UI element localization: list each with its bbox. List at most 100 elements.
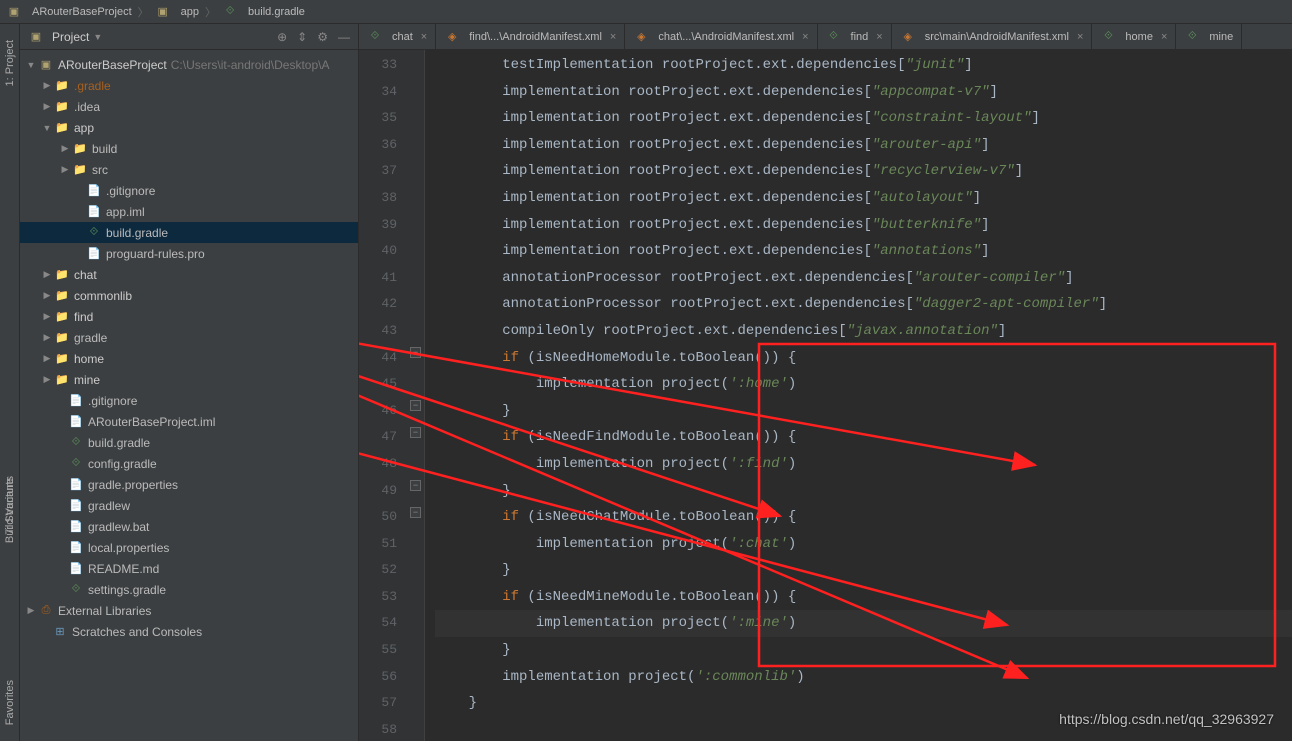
- fold-marker-icon[interactable]: −: [410, 427, 421, 438]
- close-icon[interactable]: ×: [802, 31, 808, 43]
- editor-tabs: ⟐chat× ◈find\...\AndroidManifest.xml× ◈c…: [359, 24, 1292, 50]
- tree-item[interactable]: 📄README.md: [20, 558, 358, 579]
- file-icon: 📄: [68, 519, 84, 535]
- breadcrumb-bar: ▣ ARouterBaseProject 〉 ▣ app 〉 ⟐ build.g…: [0, 0, 1292, 24]
- chevron-right-icon: 〉: [205, 4, 216, 20]
- tree-item[interactable]: 📄gradlew: [20, 495, 358, 516]
- module-icon: 📁: [54, 288, 70, 304]
- gradle-icon: ⟐: [68, 456, 84, 472]
- tool-window-bar: 1: Project 7: Structure Build Variants F…: [0, 24, 20, 741]
- project-icon: ▣: [38, 57, 54, 73]
- editor-tab[interactable]: ⟐mine: [1176, 24, 1242, 49]
- xml-icon: ◈: [633, 29, 649, 45]
- xml-icon: ◈: [444, 29, 460, 45]
- tree-item-mine[interactable]: ▶📁mine: [20, 369, 358, 390]
- file-icon: 📄: [68, 393, 84, 409]
- tree-root[interactable]: ▼▣ARouterBaseProjectC:\Users\it-android\…: [20, 54, 358, 75]
- fold-marker-icon[interactable]: −: [410, 400, 421, 411]
- tool-tab-variants[interactable]: Build Variants: [2, 470, 18, 549]
- tree-item[interactable]: ⟐build.gradle: [20, 432, 358, 453]
- tree-item[interactable]: 📄proguard-rules.pro: [20, 243, 358, 264]
- editor-tab[interactable]: ⟐find×: [818, 24, 892, 49]
- tree-item[interactable]: ▶📁.idea: [20, 96, 358, 117]
- tree-item[interactable]: 📄local.properties: [20, 537, 358, 558]
- tool-tab-project[interactable]: 1: Project: [2, 34, 18, 92]
- gradle-icon: ⟐: [222, 4, 238, 20]
- tree-item[interactable]: ▶📁gradle: [20, 327, 358, 348]
- tree-item[interactable]: ⟐config.gradle: [20, 453, 358, 474]
- tree-item[interactable]: 📄gradlew.bat: [20, 516, 358, 537]
- tree-item[interactable]: ▶📁build: [20, 138, 358, 159]
- fold-marker-icon[interactable]: −: [410, 347, 421, 358]
- gradle-icon: ⟐: [367, 29, 383, 45]
- tree-item-scratches[interactable]: ⊞Scratches and Consoles: [20, 621, 358, 642]
- editor[interactable]: 3334353637383940414243444546474849505152…: [359, 50, 1292, 741]
- tree-item[interactable]: ⟐settings.gradle: [20, 579, 358, 600]
- tree-item[interactable]: ▶📁.gradle: [20, 75, 358, 96]
- breadcrumb-root[interactable]: ARouterBaseProject: [32, 6, 132, 18]
- gradle-icon: ⟐: [68, 582, 84, 598]
- fold-marker-icon[interactable]: −: [410, 507, 421, 518]
- fold-gutter[interactable]: − − − − −: [407, 50, 425, 741]
- watermark-text: https://blog.csdn.net/qq_32963927: [1059, 711, 1274, 727]
- file-icon: 📄: [68, 477, 84, 493]
- code-content[interactable]: testImplementation rootProject.ext.depen…: [425, 50, 1292, 741]
- tree-item-ext-libs[interactable]: ▶⎙External Libraries: [20, 600, 358, 621]
- xml-icon: ◈: [900, 29, 916, 45]
- file-icon: 📄: [68, 561, 84, 577]
- chevron-right-icon: 〉: [138, 4, 149, 20]
- fold-marker-icon[interactable]: −: [410, 480, 421, 491]
- project-tree[interactable]: ▼▣ARouterBaseProjectC:\Users\it-android\…: [20, 50, 358, 741]
- file-icon: 📄: [86, 183, 102, 199]
- editor-area: ⟐chat× ◈find\...\AndroidManifest.xml× ◈c…: [359, 24, 1292, 741]
- tree-item-chat[interactable]: ▶📁chat: [20, 264, 358, 285]
- project-view-selector[interactable]: ▣ Project ▼: [28, 29, 102, 45]
- tree-item[interactable]: 📄ARouterBaseProject.iml: [20, 411, 358, 432]
- target-icon[interactable]: ⊕: [277, 30, 287, 44]
- editor-tab[interactable]: ◈find\...\AndroidManifest.xml×: [436, 24, 625, 49]
- tree-item-commonlib[interactable]: ▶📁commonlib: [20, 285, 358, 306]
- line-number-gutter[interactable]: 3334353637383940414243444546474849505152…: [359, 50, 407, 741]
- tree-item[interactable]: 📄.gitignore: [20, 390, 358, 411]
- editor-tab[interactable]: ◈src\main\AndroidManifest.xml×: [892, 24, 1093, 49]
- tree-item[interactable]: ▶📁src: [20, 159, 358, 180]
- close-icon[interactable]: ×: [1161, 31, 1167, 43]
- project-panel-header: ▣ Project ▼ ⊕ ⇕ ⚙ —: [20, 24, 358, 50]
- gear-icon[interactable]: ⚙: [317, 30, 328, 44]
- collapse-icon[interactable]: ⇕: [297, 30, 307, 44]
- panel-toolbar: ⊕ ⇕ ⚙ —: [277, 30, 350, 44]
- library-icon: ⎙: [38, 603, 54, 619]
- tree-item-app[interactable]: ▼📁app: [20, 117, 358, 138]
- editor-tab[interactable]: ⟐chat×: [359, 24, 436, 49]
- gradle-icon: ⟐: [1184, 29, 1200, 45]
- close-icon[interactable]: ×: [610, 31, 616, 43]
- tree-item-find[interactable]: ▶📁find: [20, 306, 358, 327]
- tree-item[interactable]: 📄.gitignore: [20, 180, 358, 201]
- file-icon: 📄: [68, 498, 84, 514]
- module-icon: 📁: [54, 309, 70, 325]
- close-icon[interactable]: ×: [421, 31, 427, 43]
- close-icon[interactable]: ×: [876, 31, 882, 43]
- tree-item-home[interactable]: ▶📁home: [20, 348, 358, 369]
- file-icon: 📄: [68, 414, 84, 430]
- hide-icon[interactable]: —: [338, 30, 350, 44]
- tree-item[interactable]: 📄app.iml: [20, 201, 358, 222]
- editor-tab[interactable]: ◈chat\...\AndroidManifest.xml×: [625, 24, 817, 49]
- gradle-icon: ⟐: [86, 225, 102, 241]
- tree-item-build-gradle[interactable]: ⟐build.gradle: [20, 222, 358, 243]
- editor-tab[interactable]: ⟐home×: [1092, 24, 1176, 49]
- tree-item[interactable]: 📄gradle.properties: [20, 474, 358, 495]
- gradle-icon: ⟐: [68, 435, 84, 451]
- folder-icon: 📁: [72, 141, 88, 157]
- main-area: 1: Project 7: Structure Build Variants F…: [0, 24, 1292, 741]
- file-icon: 📄: [86, 246, 102, 262]
- breadcrumb-file[interactable]: build.gradle: [248, 6, 305, 18]
- breadcrumb-app[interactable]: app: [181, 6, 199, 18]
- project-panel: ▣ Project ▼ ⊕ ⇕ ⚙ — ▼▣ARouterBaseProject…: [20, 24, 359, 741]
- module-icon: 📁: [54, 120, 70, 136]
- close-icon[interactable]: ×: [1077, 31, 1083, 43]
- tool-tab-favorites[interactable]: Favorites: [2, 674, 18, 731]
- panel-title: Project: [52, 30, 89, 44]
- folder-icon: 📁: [54, 78, 70, 94]
- module-icon: 📁: [54, 351, 70, 367]
